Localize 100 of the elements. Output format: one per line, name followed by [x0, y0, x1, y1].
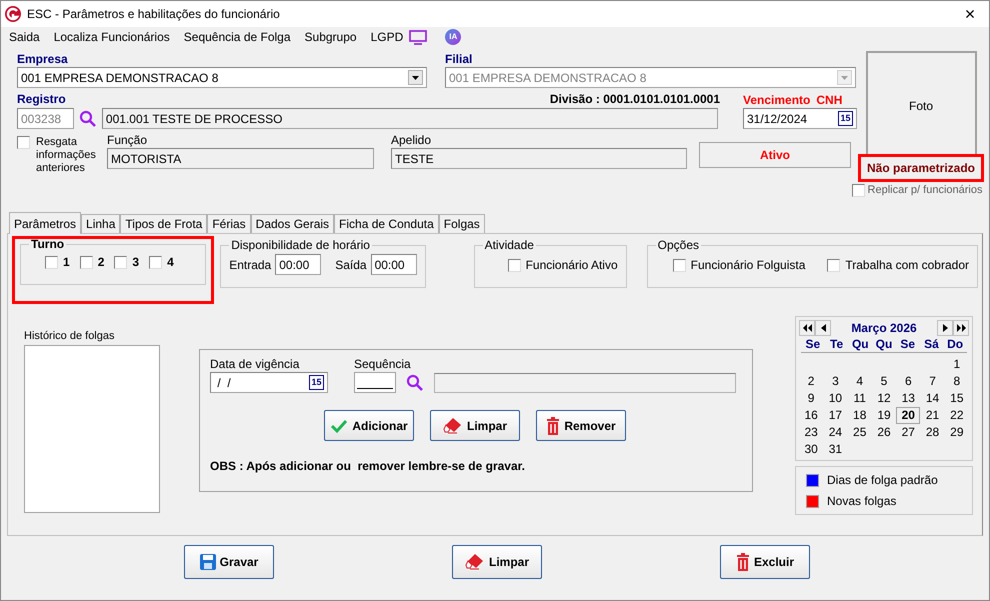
calendar-day[interactable]: 24	[823, 424, 848, 441]
menu-item[interactable]: Saida	[9, 28, 40, 46]
checkbox[interactable]	[80, 256, 93, 268]
calendar-day[interactable]: 13	[896, 390, 920, 407]
menu-item[interactable]: LGPD	[370, 28, 404, 46]
checkbox-label: Replicar p/ funcionários	[868, 183, 982, 198]
menu-item[interactable]: Sequência de Folga	[184, 28, 291, 46]
calendar-day[interactable]: 29	[944, 424, 969, 441]
checkbox[interactable]	[149, 256, 162, 268]
field-label: Data de vigência	[210, 356, 300, 372]
calendar-day[interactable]: 20	[896, 407, 920, 424]
calendar-day[interactable]: 14	[920, 390, 945, 407]
calendar-button[interactable]: 15	[309, 375, 324, 390]
double-arrow-right-icon	[956, 324, 966, 332]
funcao-field[interactable]: MOTORISTA	[107, 148, 374, 169]
date-field[interactable]: 31/12/2024 15	[743, 108, 857, 129]
checkbox[interactable]	[114, 256, 128, 268]
history-list[interactable]	[24, 344, 160, 512]
weekday-label: Do	[946, 336, 964, 352]
group-title: Turno	[30, 236, 66, 253]
calendar-day[interactable]: 28	[920, 424, 945, 441]
sequence-field[interactable]	[354, 372, 396, 393]
calendar-day[interactable]: 9	[799, 390, 824, 407]
last-month-button[interactable]	[953, 320, 969, 336]
first-month-button[interactable]	[799, 320, 815, 336]
tab[interactable]: Linha	[81, 214, 120, 233]
checkbox[interactable]	[508, 258, 521, 272]
trash-icon	[736, 553, 750, 571]
calendar-day[interactable]: 1	[944, 356, 969, 373]
group-title: Disponibilidade de horário	[230, 237, 371, 254]
calendar-day[interactable]: 2	[799, 373, 824, 390]
empresa-dropdown[interactable]: 001 EMPRESA DEMONSTRACAO 8	[17, 67, 427, 88]
tab[interactable]: Tipos de Frota	[120, 214, 208, 233]
action-button[interactable]: Gravar	[184, 545, 274, 579]
calendar-day[interactable]: 5	[872, 373, 896, 390]
calendar-day[interactable]: 8	[944, 373, 969, 390]
action-button[interactable]: Remover	[536, 410, 626, 441]
ai-badge[interactable]: IA	[445, 29, 462, 45]
action-button[interactable]: Excluir	[720, 545, 810, 579]
calendar-day[interactable]: 31	[823, 441, 848, 458]
calendar-day[interactable]: 21	[920, 407, 945, 424]
tab[interactable]: Folgas	[438, 214, 485, 233]
calendar-day[interactable]: 11	[848, 390, 872, 407]
previous-month-button[interactable]	[815, 320, 831, 336]
checkbox[interactable]	[672, 258, 686, 272]
tab[interactable]: Férias	[207, 214, 251, 233]
menu-item[interactable]: Localiza Funcionários	[54, 28, 170, 46]
checkbox-label: 1	[63, 254, 70, 271]
tab[interactable]: Parâmetros	[9, 212, 82, 234]
tab[interactable]: Dados Gerais	[250, 214, 334, 233]
calendar-day[interactable]: 27	[896, 424, 920, 441]
calendar-day[interactable]: 10	[823, 390, 848, 407]
calendar-day[interactable]: 12	[872, 390, 896, 407]
checkbox[interactable]	[827, 258, 840, 272]
employee-name-field[interactable]: 001.001 TESTE DE PROCESSO	[102, 108, 718, 129]
field-label: Saída	[335, 256, 367, 274]
photo-label: Foto	[908, 98, 933, 115]
apelido-field[interactable]: TESTE	[391, 148, 687, 169]
calendar-day[interactable]: 6	[896, 373, 920, 390]
action-button[interactable]: Adicionar	[324, 410, 414, 441]
calendar-day[interactable]: 26	[872, 424, 896, 441]
calendar-day[interactable]: 22	[944, 407, 969, 424]
eraser-icon	[464, 553, 485, 571]
app-logo-icon	[5, 6, 21, 22]
monitor-icon[interactable]	[409, 30, 428, 44]
search-icon[interactable]	[406, 374, 424, 392]
calendar-day[interactable]: 25	[848, 424, 872, 441]
calendar-day[interactable]: 4	[848, 373, 872, 390]
arrow-right-icon	[942, 324, 948, 332]
calendar-day[interactable]: 17	[823, 407, 848, 424]
trash-icon	[546, 416, 560, 434]
field-label: Registro	[17, 91, 66, 108]
checkbox[interactable]	[45, 256, 58, 268]
calendar-day[interactable]: 18	[848, 407, 872, 424]
action-button[interactable]: Limpar	[452, 545, 542, 579]
calendar-day[interactable]: 23	[799, 424, 824, 441]
field-label: Vencimento CNH	[743, 92, 844, 108]
caret-icon[interactable]	[408, 70, 423, 85]
calendar-button[interactable]: 15	[838, 111, 853, 126]
time-field[interactable]: 00:00	[370, 254, 417, 275]
calendar-day[interactable]: 15	[944, 390, 969, 407]
calendar-day[interactable]: 3	[823, 373, 848, 390]
close-button[interactable]: ×	[955, 5, 985, 23]
date-field[interactable]: / / 15	[210, 372, 328, 393]
time-field[interactable]: 00:00	[275, 254, 322, 275]
checkbox-label: 4	[167, 254, 174, 271]
checkbox-label: Funcionário Folguista	[690, 257, 806, 274]
checkbox[interactable]	[17, 136, 30, 149]
calendar-day[interactable]: 7	[920, 373, 945, 390]
next-month-button[interactable]	[937, 320, 953, 336]
search-icon[interactable]	[78, 110, 97, 128]
field-label: Sequência	[354, 356, 411, 372]
action-button[interactable]: Limpar	[430, 410, 520, 441]
calendar-day[interactable]: 30	[799, 441, 824, 458]
tab[interactable]: Ficha de Conduta	[334, 214, 439, 233]
calendar-day[interactable]: 19	[872, 407, 896, 424]
calendar-day[interactable]: 16	[799, 407, 824, 424]
menu-item[interactable]: Subgrupo	[304, 28, 357, 46]
checkbox[interactable]	[852, 184, 865, 197]
registro-field[interactable]: 003238	[17, 108, 74, 129]
